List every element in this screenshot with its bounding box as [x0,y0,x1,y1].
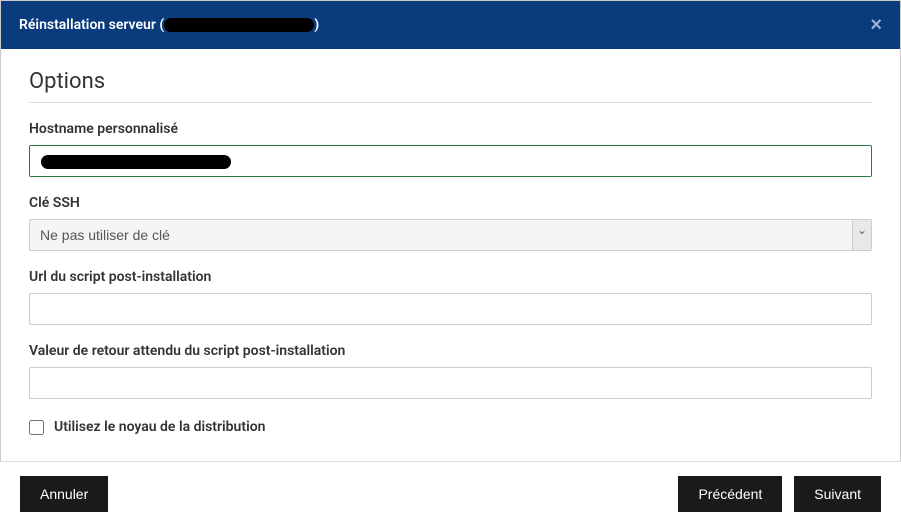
post-install-return-label: Valeur de retour attendu du script post-… [29,343,872,359]
ssh-key-select[interactable]: Ne pas utiliser de clé [29,219,872,251]
post-install-url-label: Url du script post-installation [29,269,872,285]
cancel-button[interactable]: Annuler [20,476,108,512]
title-prefix: Réinstallation serveur ( [19,17,164,33]
redacted-server-name [164,18,314,32]
modal-title: Réinstallation serveur () [19,17,319,33]
ssh-key-select-wrapper: Ne pas utiliser de clé [29,219,872,251]
hostname-group: Hostname personnalisé [29,121,872,177]
modal-body: Options Hostname personnalisé Clé SSH Ne… [1,49,900,455]
post-install-url-input[interactable] [29,293,872,325]
use-kernel-group: Utilisez le noyau de la distribution [29,419,872,435]
previous-button[interactable]: Précédent [678,476,782,512]
title-suffix: ) [314,17,319,33]
post-install-return-input[interactable] [29,367,872,399]
post-install-return-group: Valeur de retour attendu du script post-… [29,343,872,399]
redacted-hostname-value [41,155,231,169]
ssh-key-label: Clé SSH [29,195,872,211]
footer-right: Précédent Suivant [678,476,881,512]
close-icon[interactable]: × [870,15,882,35]
use-kernel-checkbox[interactable] [29,420,44,435]
next-button[interactable]: Suivant [794,476,881,512]
ssh-key-group: Clé SSH Ne pas utiliser de clé [29,195,872,251]
modal-header: Réinstallation serveur () × [1,1,900,49]
post-install-url-group: Url du script post-installation [29,269,872,325]
modal-footer: Annuler Précédent Suivant [0,461,901,526]
use-kernel-label: Utilisez le noyau de la distribution [54,419,265,435]
section-title: Options [29,69,872,103]
hostname-label: Hostname personnalisé [29,121,872,137]
